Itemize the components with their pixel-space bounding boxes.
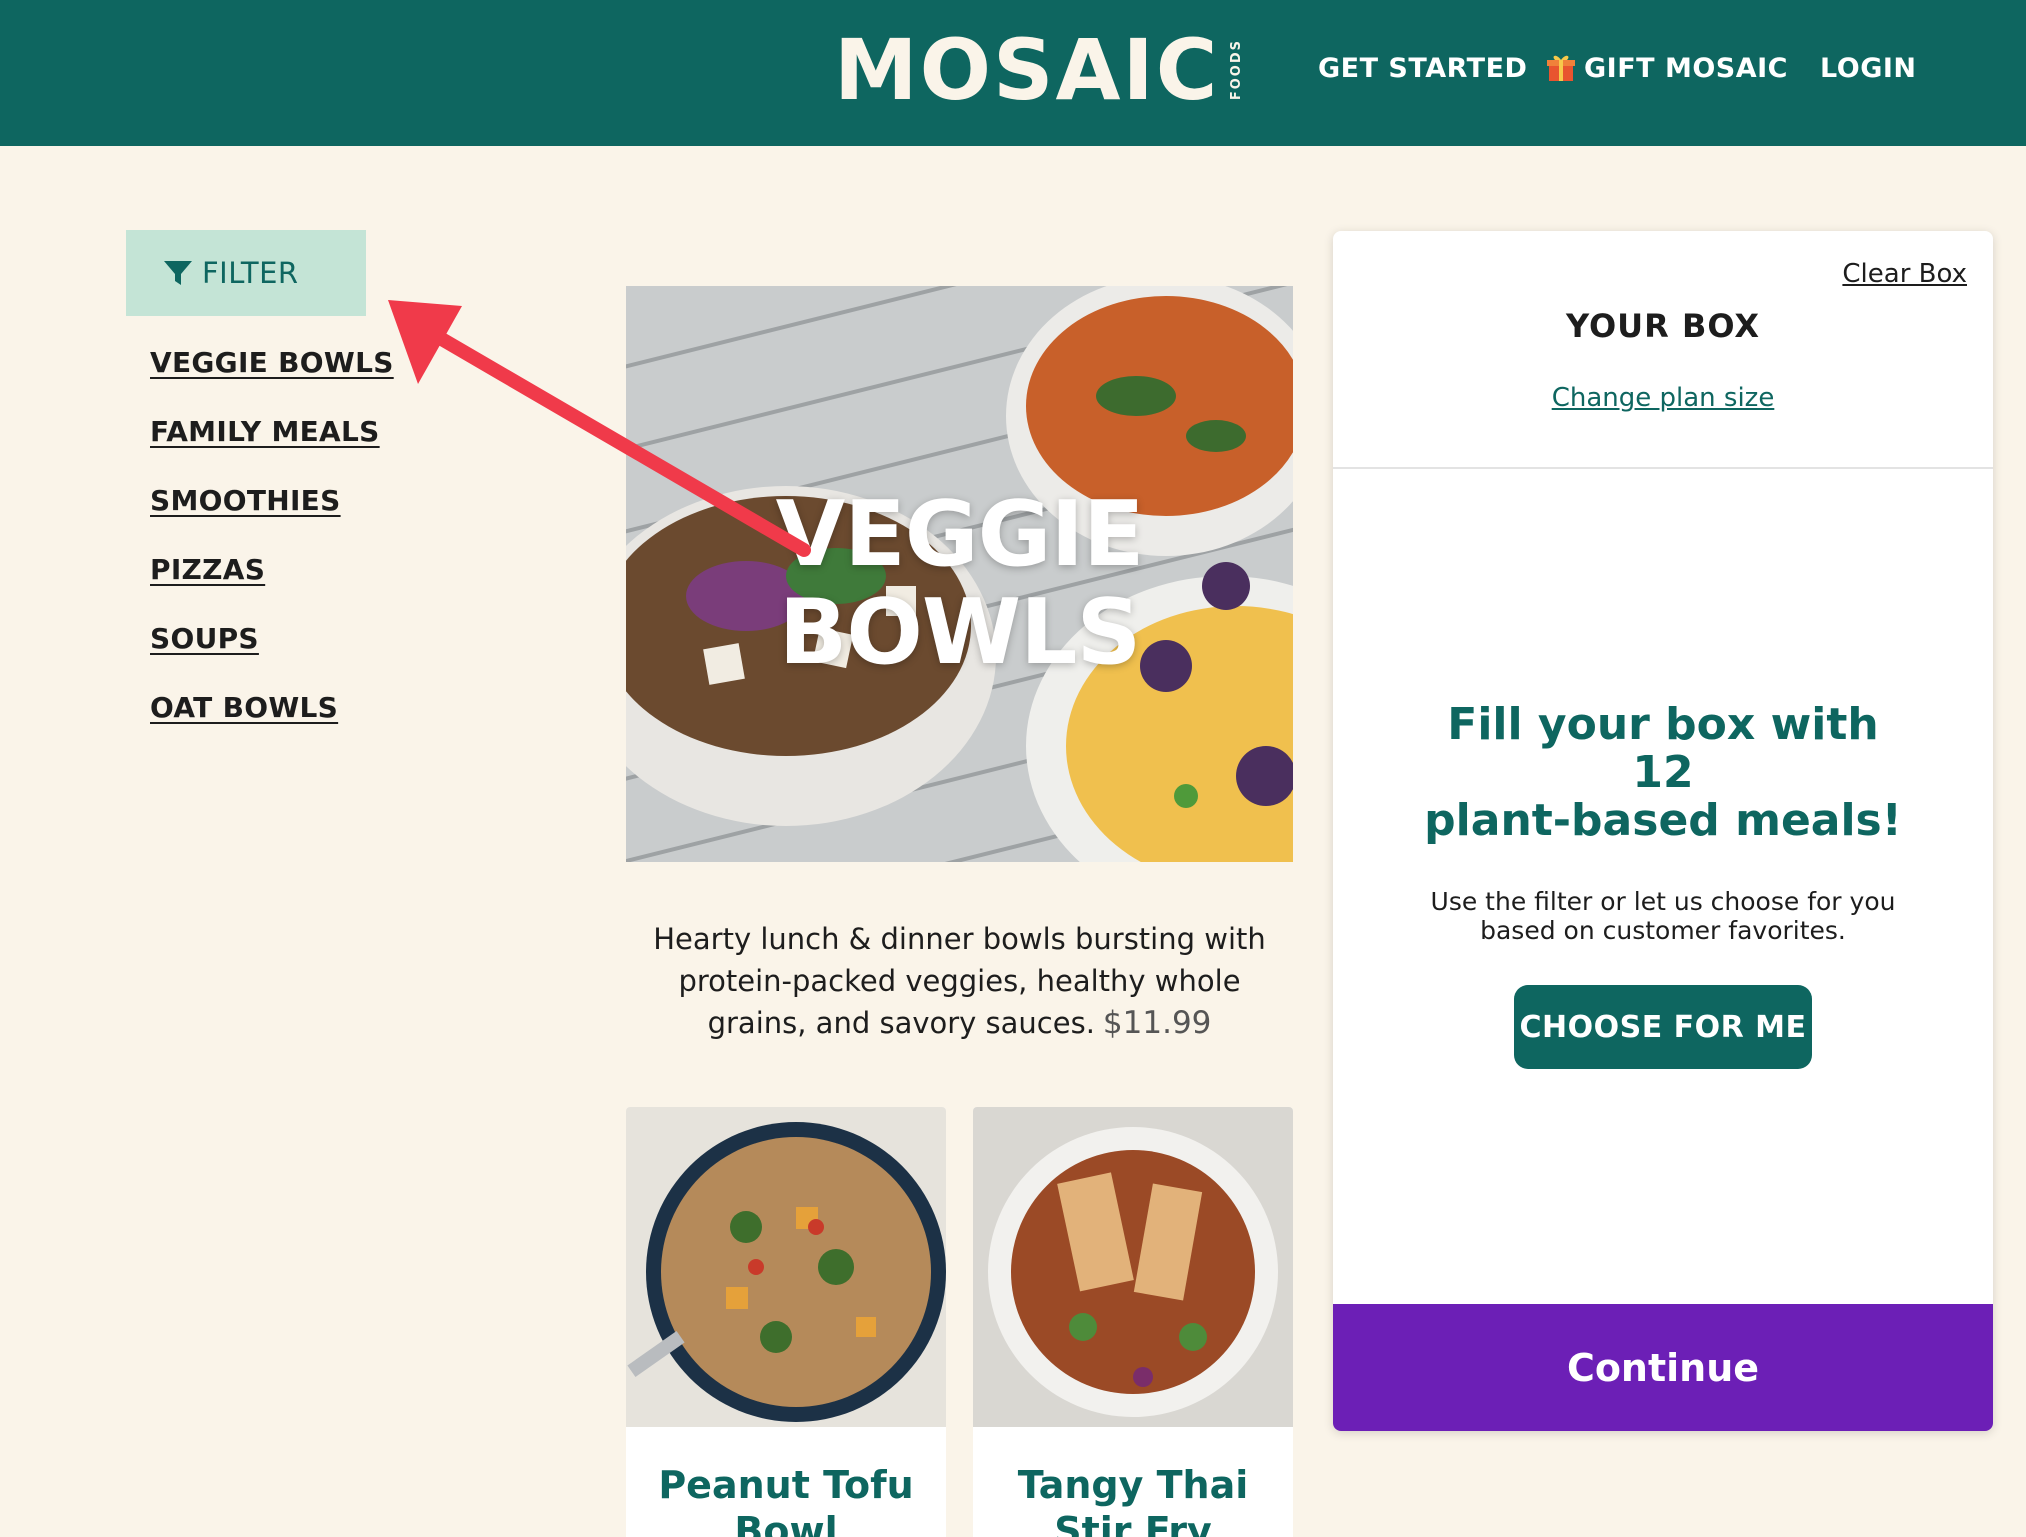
- nav-login[interactable]: LOGIN: [1820, 48, 1917, 88]
- nav-gift-mosaic[interactable]: GIFT MOSAIC: [1546, 48, 1788, 88]
- nav-gift-label: GIFT MOSAIC: [1584, 52, 1788, 84]
- hero-title: VEGGIE BOWLS: [626, 486, 1293, 682]
- logo-wordmark: MOSAIC: [834, 21, 1220, 119]
- category-smoothies[interactable]: SMOOTHIES: [150, 483, 394, 552]
- product-card[interactable]: Peanut Tofu Bowl: [626, 1107, 946, 1537]
- choose-for-me-button[interactable]: CHOOSE FOR ME: [1514, 985, 1812, 1069]
- category-soups[interactable]: SOUPS: [150, 621, 394, 690]
- hero-title-line1: VEGGIE: [775, 482, 1145, 587]
- filter-label: FILTER: [202, 256, 299, 290]
- product-card[interactable]: Tangy Thai Stir Fry: [973, 1107, 1293, 1537]
- product-title-line2: Bowl: [734, 1509, 838, 1537]
- category-nav: VEGGIE BOWLS FAMILY MEALS SMOOTHIES PIZZ…: [150, 345, 394, 759]
- continue-button[interactable]: Continue: [1333, 1304, 1993, 1431]
- price: $11.99: [1102, 1005, 1212, 1041]
- category-family-meals[interactable]: FAMILY MEALS: [150, 414, 394, 483]
- box-title: YOUR BOX: [1565, 307, 1761, 345]
- category-oat-bowls[interactable]: OAT BOWLS: [150, 690, 394, 759]
- hero-title-line2: BOWLS: [778, 580, 1142, 685]
- change-plan-size-link[interactable]: Change plan size: [1333, 383, 1993, 413]
- mosaic-logo[interactable]: MOSAIC FOODS: [834, 21, 1245, 119]
- your-box-panel: Clear Box YOUR BOX Change plan size Fill…: [1333, 231, 1993, 1431]
- fill-line3: plant-based meals!: [1424, 795, 1902, 846]
- product-title-line2: Stir Fry: [1054, 1509, 1212, 1537]
- gift-icon: [1546, 53, 1576, 83]
- clear-box-link[interactable]: Clear Box: [1842, 259, 1967, 289]
- nav-get-started[interactable]: GET STARTED: [1318, 48, 1527, 88]
- site-header: MOSAIC FOODS GET STARTED GIFT MOSAIC LOG…: [0, 0, 2026, 146]
- category-veggie-bowls[interactable]: VEGGIE BOWLS: [150, 345, 394, 414]
- divider: [1333, 467, 1993, 469]
- product-title-line1: Peanut Tofu: [658, 1463, 914, 1507]
- hero-banner: VEGGIE BOWLS: [626, 286, 1293, 862]
- product-image: [973, 1107, 1293, 1427]
- fill-box-message: Fill your box with 12 plant-based meals!: [1333, 701, 1993, 845]
- category-pizzas[interactable]: PIZZAS: [150, 552, 394, 621]
- logo-subtext: FOODS: [1229, 39, 1245, 101]
- product-title: Tangy Thai Stir Fry: [973, 1462, 1293, 1537]
- fill-count: 12: [1632, 747, 1694, 798]
- product-image: [626, 1107, 946, 1427]
- filter-funnel-icon: [164, 261, 192, 285]
- filter-button[interactable]: FILTER: [126, 230, 366, 316]
- product-title-line1: Tangy Thai: [1017, 1463, 1249, 1507]
- hero-description: Hearty lunch & dinner bowls bursting wit…: [626, 918, 1293, 1044]
- fill-line1: Fill your box with: [1447, 699, 1879, 750]
- product-title: Peanut Tofu Bowl: [626, 1462, 946, 1537]
- fill-box-subtext: Use the filter or let us choose for you …: [1430, 887, 1896, 945]
